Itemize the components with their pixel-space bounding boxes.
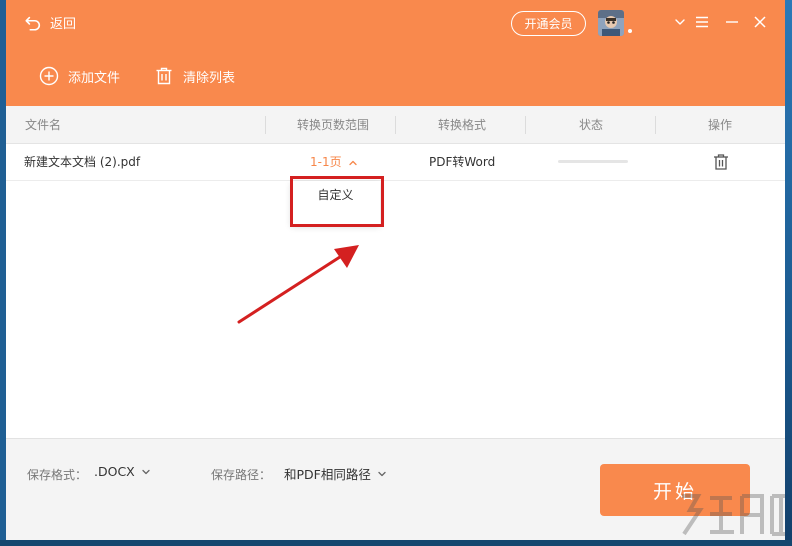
column-header-format: 转换格式	[438, 118, 487, 132]
file-name: 新建文本文档 (2).pdf	[24, 155, 141, 169]
save-path-value: 和PDF相同路径	[284, 467, 371, 482]
menu-icon[interactable]	[694, 14, 710, 30]
chevron-down-icon	[378, 471, 386, 476]
chevron-up-icon	[348, 160, 357, 165]
desktop-taskbar-edge	[0, 540, 792, 546]
watermark-logo	[682, 494, 785, 536]
vip-label: 开通会员	[524, 17, 573, 31]
clear-list-label: 清除列表	[183, 70, 236, 86]
column-divider	[265, 116, 266, 134]
conversion-progress-bar	[558, 160, 628, 163]
save-format-select[interactable]: .DOCX	[94, 464, 151, 479]
add-file-button[interactable]: 添加文件	[39, 66, 120, 86]
app-window: 返回 开通会员 添加文件 清除列表 文件名 转换页数范围 转换格式 状态 操作 …	[6, 0, 785, 540]
column-header-action: 操作	[708, 118, 733, 132]
back-label: 返回	[50, 17, 77, 32]
back-button[interactable]: 返回	[24, 13, 76, 32]
add-file-label: 添加文件	[68, 70, 121, 86]
column-divider	[655, 116, 656, 134]
back-arrow-icon	[25, 16, 41, 31]
avatar[interactable]	[598, 10, 624, 36]
online-status-dot	[628, 29, 632, 33]
save-format-value: .DOCX	[94, 464, 135, 479]
annotation-arrow-icon	[237, 245, 359, 324]
footer-bar: 保存格式： .DOCX 保存路径： 和PDF相同路径 开始	[6, 438, 785, 540]
column-divider	[525, 116, 526, 134]
save-path-select[interactable]: 和PDF相同路径	[284, 464, 387, 483]
column-header-filename: 文件名	[25, 118, 62, 132]
annotation-highlight-box	[290, 176, 384, 227]
save-format-label: 保存格式：	[27, 468, 88, 482]
delete-row-trash-icon[interactable]	[712, 153, 730, 171]
column-header-status: 状态	[579, 118, 604, 132]
close-icon[interactable]	[752, 14, 768, 30]
vip-button[interactable]: 开通会员	[511, 11, 586, 36]
trash-icon	[156, 67, 172, 85]
chevron-down-icon	[142, 469, 150, 474]
save-path-label: 保存路径：	[211, 468, 272, 482]
user-avatar-icon	[598, 10, 624, 36]
plus-circle-icon	[39, 66, 59, 86]
desktop-background	[784, 0, 792, 546]
column-divider	[395, 116, 396, 134]
chevron-down-icon[interactable]	[672, 14, 688, 30]
minimize-icon[interactable]	[724, 14, 740, 30]
table-header: 文件名 转换页数范围 转换格式 状态 操作	[6, 106, 785, 144]
conversion-format: PDF转Word	[429, 155, 496, 169]
column-header-page-range: 转换页数范围	[297, 118, 370, 132]
table-row[interactable]: 新建文本文档 (2).pdf 1-1页 PDF转Word	[6, 144, 785, 181]
app-header: 返回 开通会员 添加文件 清除列表	[6, 0, 785, 106]
clear-list-button[interactable]: 清除列表	[154, 66, 235, 86]
